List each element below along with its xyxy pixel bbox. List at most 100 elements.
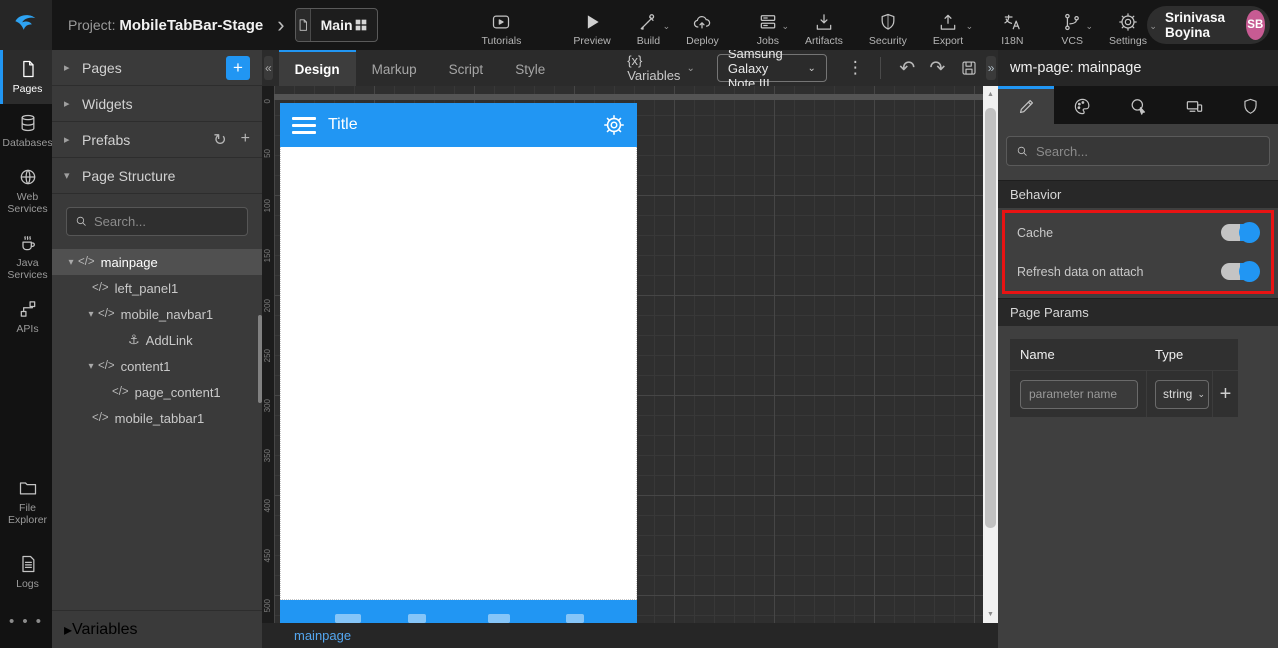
collapse-left-panel-button[interactable]: « [264, 56, 273, 80]
selected-widget-title: wm-page: mainpage [998, 50, 1278, 86]
section-label: Widgets [82, 95, 133, 112]
section-widgets[interactable]: ▸ Widgets [52, 86, 262, 122]
tab-style[interactable]: Style [499, 50, 561, 86]
caret-right-icon: ▸ [64, 98, 70, 110]
section-prefabs[interactable]: ▸ Prefabs ↻ + [52, 122, 262, 158]
rail-item-file-explorer[interactable]: File Explorer [0, 469, 52, 535]
tool-label: Artifacts [804, 35, 843, 47]
rail-item-apis[interactable]: APIs [0, 290, 52, 344]
security-button[interactable]: Security [869, 3, 907, 47]
tree-node-mainpage[interactable]: ▾ </> mainpage [52, 249, 262, 275]
gear-icon[interactable] [603, 114, 625, 136]
rail-item-logs[interactable]: Logs [0, 545, 52, 599]
rail-item-java-services[interactable]: Java Services [0, 224, 52, 290]
device-select[interactable]: Samsung Galaxy Note III ⌄ [716, 46, 827, 91]
structure-search-input[interactable] [94, 214, 239, 229]
properties-search-input[interactable] [1036, 143, 1260, 159]
open-page-tab[interactable]: mainpage [294, 628, 351, 643]
more-options-button[interactable]: ⋮ [843, 58, 868, 78]
tab-events[interactable] [1110, 86, 1166, 124]
properties-search[interactable] [1006, 136, 1270, 166]
tab-markup[interactable]: Markup [356, 50, 433, 86]
pages-icon [22, 60, 34, 78]
cache-toggle[interactable] [1221, 222, 1260, 243]
redo-button[interactable]: ↷ [929, 59, 945, 78]
settings-button[interactable]: Settings ⌄ [1109, 3, 1157, 47]
ruler-tick: 150 [263, 249, 272, 263]
tab-styles[interactable] [1054, 86, 1110, 124]
tab-script[interactable]: Script [433, 50, 500, 86]
rail-label: Java Services [7, 257, 48, 282]
variables-dropdown[interactable]: {x} Variables ⌄ [627, 53, 695, 83]
refresh-prefabs-icon[interactable]: ↻ [213, 130, 226, 150]
refresh-data-toggle[interactable] [1221, 261, 1260, 282]
canvas-scrollbar[interactable]: ▲ ▼ [983, 86, 998, 623]
vcs-button[interactable]: VCS ⌄ [1061, 3, 1093, 47]
page-params-section-header[interactable]: Page Params [998, 298, 1278, 326]
page-content-area[interactable] [280, 147, 637, 600]
rail-more-button[interactable]: • • • [0, 599, 52, 648]
apis-icon [20, 301, 35, 318]
preview-button[interactable]: Preview [573, 3, 611, 47]
tree-node-content1[interactable]: ▾ </> content1 [52, 353, 262, 379]
caret-down-icon[interactable]: ▾ [84, 361, 98, 372]
tab-security-settings[interactable] [1222, 86, 1278, 124]
caret-down-icon[interactable]: ▾ [84, 309, 98, 320]
expand-right-panel-button[interactable]: » [986, 56, 996, 80]
page-grid-icon[interactable] [353, 17, 369, 33]
scrollbar-thumb[interactable] [985, 108, 996, 528]
code-icon: </> [98, 360, 115, 372]
tutorials-button[interactable]: Tutorials [482, 3, 521, 47]
tab-devices[interactable] [1166, 86, 1222, 124]
rail-item-databases[interactable]: Databases [0, 104, 53, 158]
param-type-select[interactable]: string ⌄ [1155, 379, 1209, 409]
chevron-down-icon: ⌄ [1085, 21, 1093, 31]
tree-node-addlink[interactable]: ⚓ AddLink [52, 327, 262, 353]
tool-label: Security [868, 35, 907, 47]
tree-node-page-content1[interactable]: </> page_content1 [52, 379, 262, 405]
add-prefab-icon[interactable]: + [241, 130, 250, 150]
tab-properties[interactable] [998, 86, 1054, 124]
mobile-tabbar[interactable] [280, 600, 637, 623]
tree-node-mobile-tabbar1[interactable]: </> mobile_tabbar1 [52, 405, 262, 431]
avatar: SB [1245, 10, 1265, 40]
folder-icon [19, 482, 36, 495]
build-button[interactable]: Build ⌄ [636, 3, 670, 47]
rail-item-web-services[interactable]: Web Services [0, 158, 52, 224]
export-button[interactable]: Export ⌄ [933, 3, 973, 47]
jobs-button[interactable]: Jobs ⌄ [757, 3, 789, 47]
tool-label: Build [636, 35, 661, 47]
wavemaker-logo[interactable] [0, 0, 52, 50]
deploy-button[interactable]: Deploy [686, 3, 719, 47]
column-type: Type [1155, 347, 1184, 362]
section-pages[interactable]: ▸ Pages + [52, 50, 262, 86]
section-variables[interactable]: ▸ Variables [52, 610, 262, 648]
mobile-navbar[interactable]: Title [280, 103, 637, 147]
jobs-icon [760, 15, 776, 29]
save-button[interactable] [960, 59, 978, 77]
structure-search[interactable] [66, 207, 248, 236]
rail-item-pages[interactable]: Pages [0, 50, 52, 105]
tab-design[interactable]: Design [278, 50, 356, 86]
menu-icon[interactable] [292, 116, 316, 134]
page-selector[interactable]: Main [294, 8, 378, 42]
user-menu[interactable]: Srinivasa Boyina SB [1146, 6, 1270, 44]
tree-node-mobile-navbar1[interactable]: ▾ </> mobile_navbar1 [52, 301, 262, 327]
undo-button[interactable]: ↶ [899, 59, 915, 78]
phone-preview[interactable]: Title [280, 103, 637, 623]
artifacts-button[interactable]: Artifacts [805, 3, 843, 47]
scroll-up-icon[interactable]: ▲ [983, 91, 998, 98]
section-page-structure[interactable]: ▾ Page Structure [52, 158, 262, 194]
caret-down-icon[interactable]: ▾ [64, 257, 78, 268]
top-toolbar: Tutorials Preview Build ⌄ Deploy Jobs ⌄ … [430, 3, 1157, 47]
add-param-button[interactable]: + [1220, 383, 1232, 406]
design-canvas[interactable]: 0 50 100 150 200 250 300 350 400 450 500… [262, 86, 998, 623]
palette-icon [1074, 98, 1089, 115]
scroll-down-icon[interactable]: ▼ [983, 611, 998, 618]
add-page-button[interactable]: + [226, 55, 250, 80]
tree-node-left-panel1[interactable]: </> left_panel1 [52, 275, 262, 301]
i18n-button[interactable]: I18N [1001, 3, 1023, 47]
param-name-input[interactable] [1020, 379, 1138, 409]
behavior-section-header[interactable]: Behavior [998, 180, 1278, 208]
caret-right-icon: ▸ [64, 62, 70, 74]
